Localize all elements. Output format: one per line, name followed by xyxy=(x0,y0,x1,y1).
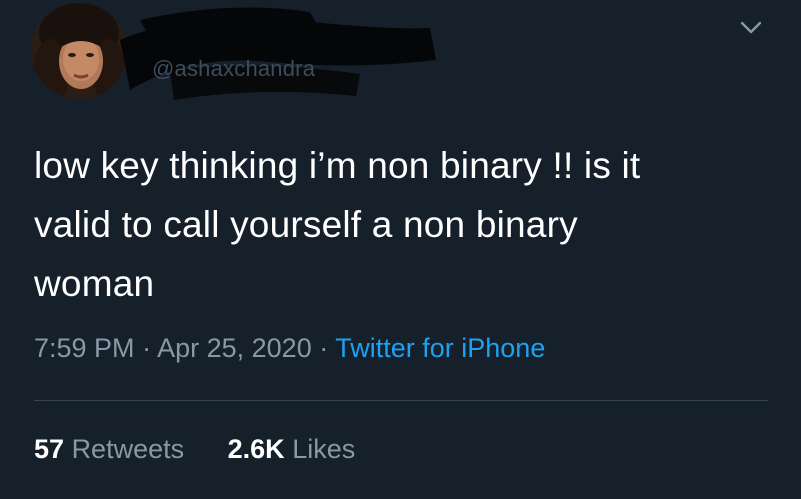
tweet-date[interactable]: Apr 25, 2020 xyxy=(157,333,312,363)
chevron-down-icon[interactable] xyxy=(737,14,765,42)
tweet-text-line: low key thinking i’m non binary !! is it xyxy=(34,145,641,186)
likes-stat[interactable]: 2.6K Likes xyxy=(228,434,356,465)
divider xyxy=(34,400,768,401)
tweet-card: @ashaxchandra low key thinking i’m non b… xyxy=(0,0,801,499)
retweets-stat[interactable]: 57 Retweets xyxy=(34,434,184,465)
user-handle[interactable]: @ashaxchandra xyxy=(152,56,315,82)
retweets-count: 57 xyxy=(34,434,65,464)
tweet-stats: 57 Retweets 2.6K Likes xyxy=(34,434,355,465)
tweet-text: low key thinking i’m non binary !! is it… xyxy=(34,136,774,313)
meta-separator: · xyxy=(319,333,329,363)
tweet-text-line: woman xyxy=(34,263,155,304)
likes-count: 2.6K xyxy=(227,434,285,464)
tweet-source-link[interactable]: Twitter for iPhone xyxy=(335,333,545,363)
redaction-scribble xyxy=(120,7,436,100)
tweet-meta: 7:59 PM · Apr 25, 2020 · Twitter for iPh… xyxy=(34,333,545,364)
likes-label: Likes xyxy=(292,434,356,464)
tweet-time[interactable]: 7:59 PM xyxy=(34,333,135,363)
retweets-label: Retweets xyxy=(71,434,185,464)
tweet-text-line: valid to call yourself a non binary xyxy=(34,204,578,245)
meta-separator: · xyxy=(142,333,152,363)
